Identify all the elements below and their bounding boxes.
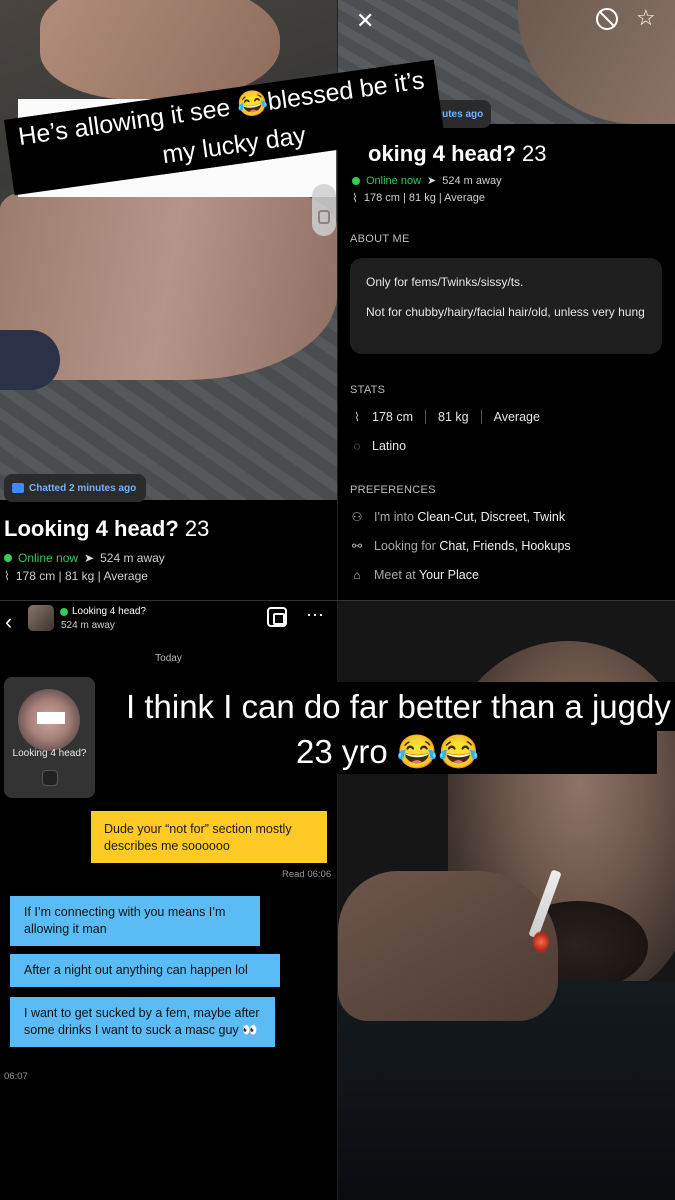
chat-header-name[interactable]: Looking 4 head? [60, 606, 146, 617]
profile-title: Looking 4 head? 23 [4, 516, 209, 542]
profile-age: 23 [184, 516, 210, 541]
stats-values-row: ⌇ 178 cm 81 kg Average [350, 410, 540, 424]
profile-photo [0, 0, 337, 500]
stats-header: STATS [350, 384, 386, 396]
home-icon: ⌂ [353, 568, 361, 582]
pref-looking-value: Chat, Friends, Hookups [439, 539, 571, 553]
chatted-badge-label: Chatted 2 minutes ago [29, 482, 137, 494]
photo-icon [42, 770, 58, 786]
status-row: Online now ➤ 524 m away [4, 551, 165, 565]
chat-contact-name: Looking 4 head? [72, 606, 146, 617]
close-icon[interactable]: ✕ [356, 8, 374, 34]
stats-row: ⌇ 178 cm | 81 kg | Average [4, 569, 148, 583]
read-receipt: Read 06:06 [282, 869, 332, 880]
more-icon[interactable]: ⋯ [306, 605, 325, 626]
caption-sticker-bottom: I think I can do far better than a jugdy… [112, 682, 675, 774]
profile-title: oking 4 head? 23 [368, 141, 547, 167]
distance: 524 m away [442, 174, 502, 187]
shared-profile-card[interactable]: Looking 4 head? [4, 677, 95, 798]
tag-icon: ⌇ [352, 191, 358, 205]
online-dot-icon [60, 607, 68, 616]
ethnicity-value: Latino [372, 439, 407, 453]
received-message[interactable]: If I’m connecting with you means I’m all… [10, 896, 260, 946]
tag-icon: ⌇ [354, 410, 360, 424]
about-text-2: Not for chubby/hairy/facial hair/old, un… [366, 305, 645, 319]
pref-looking-row: ⚯ Looking for Chat, Friends, Hookups [350, 539, 571, 553]
handshake-icon: ⚯ [351, 539, 363, 553]
hand-shape [40, 0, 280, 100]
pref-meet-value: Your Place [418, 568, 479, 582]
pref-into-row: ⚇ I'm into Clean-Cut, Discreet, Twink [350, 510, 566, 524]
chatted-badge: Chatted 2 minutes ago [4, 474, 147, 502]
pref-looking-label: Looking for [374, 539, 436, 553]
chat-bubble-icon [12, 483, 24, 493]
avatar[interactable] [28, 605, 54, 631]
online-dot-icon [352, 176, 360, 185]
about-header: ABOUT ME [350, 233, 410, 245]
stats-summary: 178 cm | 81 kg | Average [15, 569, 148, 583]
status-row: Online now ➤ 524 m away [352, 174, 502, 187]
album-icon[interactable] [267, 607, 287, 627]
profile-name: Looking 4 head? [4, 516, 179, 541]
pref-meet-label: Meet at [374, 568, 416, 582]
profile-card-label: Looking 4 head? [12, 748, 87, 759]
about-card: Only for fems/Twinks/sissy/ts. Not for c… [350, 258, 662, 354]
stats-row: ⌇ 178 cm | 81 kg | Average [352, 191, 485, 205]
online-status: Online now [18, 551, 79, 565]
sent-message[interactable]: Dude your “not for” section mostly descr… [91, 811, 327, 863]
weight-value: 81 kg [438, 410, 469, 424]
online-dot-icon [4, 554, 12, 562]
hand-shape [338, 871, 558, 1021]
height-value: 178 cm [372, 410, 413, 424]
pref-into-label: I'm into [374, 510, 414, 524]
received-message[interactable]: I want to get sucked by a fem, maybe aft… [10, 997, 275, 1047]
preferences-header: PREFERENCES [350, 484, 436, 496]
pref-into-value: Clean-Cut, Discreet, Twink [417, 510, 566, 524]
photo-scroll-handle[interactable] [312, 184, 336, 236]
about-text-1: Only for fems/Twinks/sissy/ts. [366, 275, 524, 289]
chat-contact-distance: 524 m away [61, 620, 115, 631]
caption-line-2: 23 yro 😂😂 [282, 729, 494, 774]
cigarette-ember [533, 931, 549, 953]
clothing-shape [0, 330, 60, 390]
location-arrow-icon: ➤ [84, 551, 95, 565]
pref-meet-row: ⌂ Meet at Your Place [350, 568, 479, 582]
date-divider: Today [155, 653, 182, 664]
message-time: 06:07 [4, 1071, 28, 1082]
censor-box [37, 712, 65, 724]
profile-name: oking 4 head? [368, 141, 516, 166]
profile-age: 23 [522, 141, 547, 166]
location-arrow-icon: ➤ [427, 175, 437, 187]
received-message[interactable]: After a night out anything can happen lo… [10, 954, 280, 987]
back-chevron-icon[interactable]: ‹ [5, 609, 12, 635]
stats-summary: 178 cm | 81 kg | Average [363, 192, 485, 204]
people-icon: ⚇ [351, 510, 363, 524]
caption-line-1: I think I can do far better than a jugdy [112, 682, 675, 731]
star-icon[interactable]: ☆ [636, 5, 656, 31]
globe-icon: ◌ [353, 439, 361, 453]
body-type-value: Average [493, 410, 540, 424]
block-icon[interactable] [596, 8, 618, 30]
online-status: Online now [366, 174, 422, 187]
distance: 524 m away [100, 551, 165, 565]
ethnicity-row: ◌ Latino [350, 439, 406, 453]
tag-icon: ⌇ [4, 569, 10, 583]
